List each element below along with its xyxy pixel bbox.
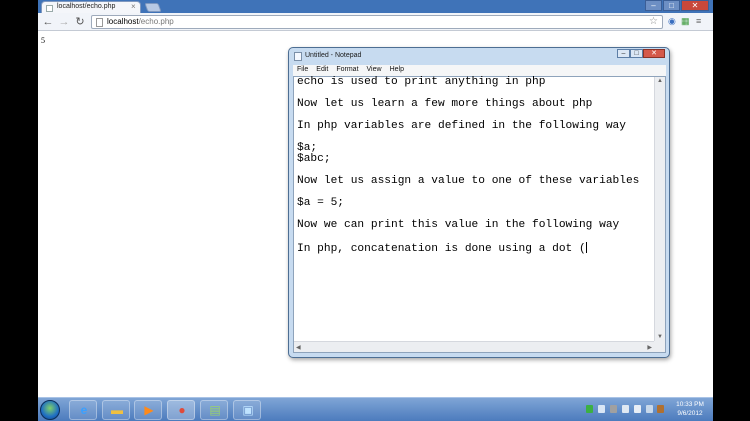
menu-file[interactable]: File: [293, 65, 312, 73]
notepad-line: [297, 132, 652, 143]
screen: localhost/echo.php × – □ ✕ ← → ↻ localho…: [38, 0, 713, 421]
notepad-line: [297, 231, 652, 242]
tray-icon[interactable]: [610, 405, 617, 413]
taskbar-notepad[interactable]: ▤: [200, 400, 228, 420]
notepad-line: Now we can print this value in the follo…: [297, 219, 620, 231]
page-icon: [96, 18, 103, 27]
notepad-line: Now let us assign a value to one of thes…: [297, 175, 640, 187]
page-output: 5: [41, 36, 45, 45]
notepad-line: In php variables are defined in the foll…: [297, 120, 626, 132]
notepad-line: echo is used to print anything in php: [297, 76, 546, 88]
notepad-line: $a = 5;: [297, 197, 344, 209]
scroll-down-icon[interactable]: ▼: [657, 334, 663, 340]
tray-icon[interactable]: [586, 405, 593, 413]
reload-button[interactable]: ↻: [73, 15, 87, 29]
notepad-close-button[interactable]: ✕: [643, 49, 665, 58]
notepad-text: echo is used to print anything in php No…: [297, 76, 652, 255]
notepad-minimize-button[interactable]: –: [617, 49, 630, 58]
maximize-button[interactable]: □: [663, 0, 680, 11]
scroll-right-icon[interactable]: ▶: [647, 344, 652, 351]
bookmark-star-icon[interactable]: ☆: [649, 16, 658, 27]
notepad-titlebar[interactable]: Untitled - Notepad – □ ✕: [289, 48, 669, 65]
media-player-icon: ▶: [144, 403, 154, 417]
taskbar-clock[interactable]: 10:33 PM 9/6/2012: [668, 400, 712, 418]
page-icon: [46, 5, 53, 12]
scroll-left-icon[interactable]: ◀: [296, 344, 301, 351]
url-path: /echo.php: [138, 17, 174, 26]
tab-strip: localhost/echo.php × – □ ✕: [38, 0, 713, 14]
forward-button[interactable]: →: [57, 15, 71, 29]
tray-icon[interactable]: [646, 405, 653, 413]
notepad-app-icon: ▤: [209, 403, 221, 417]
window-controls: – □ ✕: [645, 0, 709, 12]
wrench-menu-icon[interactable]: ≡: [696, 16, 701, 26]
notepad-menubar: File Edit Format View Help: [293, 65, 666, 76]
close-window-button[interactable]: ✕: [681, 0, 709, 11]
notepad-maximize-button[interactable]: □: [630, 49, 643, 58]
resize-grip[interactable]: [654, 341, 665, 352]
back-button[interactable]: ←: [41, 15, 55, 29]
taskbar-ie[interactable]: e: [69, 400, 97, 420]
notepad-line: $abc;: [297, 153, 331, 165]
horizontal-scrollbar[interactable]: ◀ ▶: [294, 341, 654, 352]
notepad-text-area[interactable]: echo is used to print anything in php No…: [293, 76, 666, 353]
flag-icon[interactable]: [598, 405, 605, 413]
notepad-icon: [294, 52, 302, 61]
tray-icon[interactable]: [657, 405, 664, 413]
network-icon[interactable]: [622, 405, 629, 413]
menu-format[interactable]: Format: [332, 65, 362, 73]
extension-icon[interactable]: ◉: [668, 16, 676, 27]
menu-help[interactable]: Help: [386, 65, 408, 73]
tab-title: localhost/echo.php: [57, 3, 116, 10]
notepad-line: $a;: [297, 142, 318, 154]
start-button[interactable]: [40, 400, 60, 420]
notepad-line: Now let us learn a few more things about…: [297, 98, 593, 110]
notepad-line: In php, concatenation is done using a do…: [297, 242, 587, 255]
address-bar[interactable]: localhost/echo.php ☆: [91, 15, 663, 29]
close-tab-icon[interactable]: ×: [131, 2, 136, 11]
folder-icon: ▬: [111, 403, 123, 417]
scroll-up-icon[interactable]: ▲: [657, 78, 663, 84]
notepad-line: [297, 187, 652, 198]
extension-icon[interactable]: ▦: [681, 16, 690, 27]
vertical-scrollbar[interactable]: ▲ ▼: [654, 77, 665, 341]
clock-time: 10:33 PM: [676, 401, 704, 408]
ie-icon: e: [80, 403, 88, 417]
notepad-title: Untitled - Notepad: [305, 52, 362, 59]
taskbar-explorer[interactable]: ▬: [102, 400, 130, 420]
new-tab-button[interactable]: [144, 3, 162, 12]
menu-edit[interactable]: Edit: [312, 65, 332, 73]
volume-icon[interactable]: [634, 405, 641, 413]
taskbar-chrome[interactable]: ●: [167, 400, 195, 420]
taskbar-media-player[interactable]: ▶: [134, 400, 162, 420]
notepad-window-controls: – □ ✕: [617, 49, 665, 58]
url-text: localhost/echo.php: [107, 17, 174, 26]
taskbar-app[interactable]: ▣: [233, 400, 261, 420]
text-caret: [585, 242, 587, 253]
clock-date: 9/6/2012: [677, 410, 703, 417]
chrome-icon: ●: [178, 403, 186, 417]
menu-view[interactable]: View: [363, 65, 386, 73]
browser-toolbar: ← → ↻ localhost/echo.php ☆ ◉ ▦ ≡: [38, 13, 713, 31]
minimize-button[interactable]: –: [645, 0, 662, 11]
taskbar: e ▬ ▶ ● ▤ ▣ 10:33 PM 9/6/2012: [38, 397, 713, 421]
notepad-window[interactable]: Untitled - Notepad – □ ✕ File Edit Forma…: [288, 47, 670, 358]
app-icon: ▣: [242, 403, 254, 417]
url-host: localhost: [107, 17, 139, 26]
